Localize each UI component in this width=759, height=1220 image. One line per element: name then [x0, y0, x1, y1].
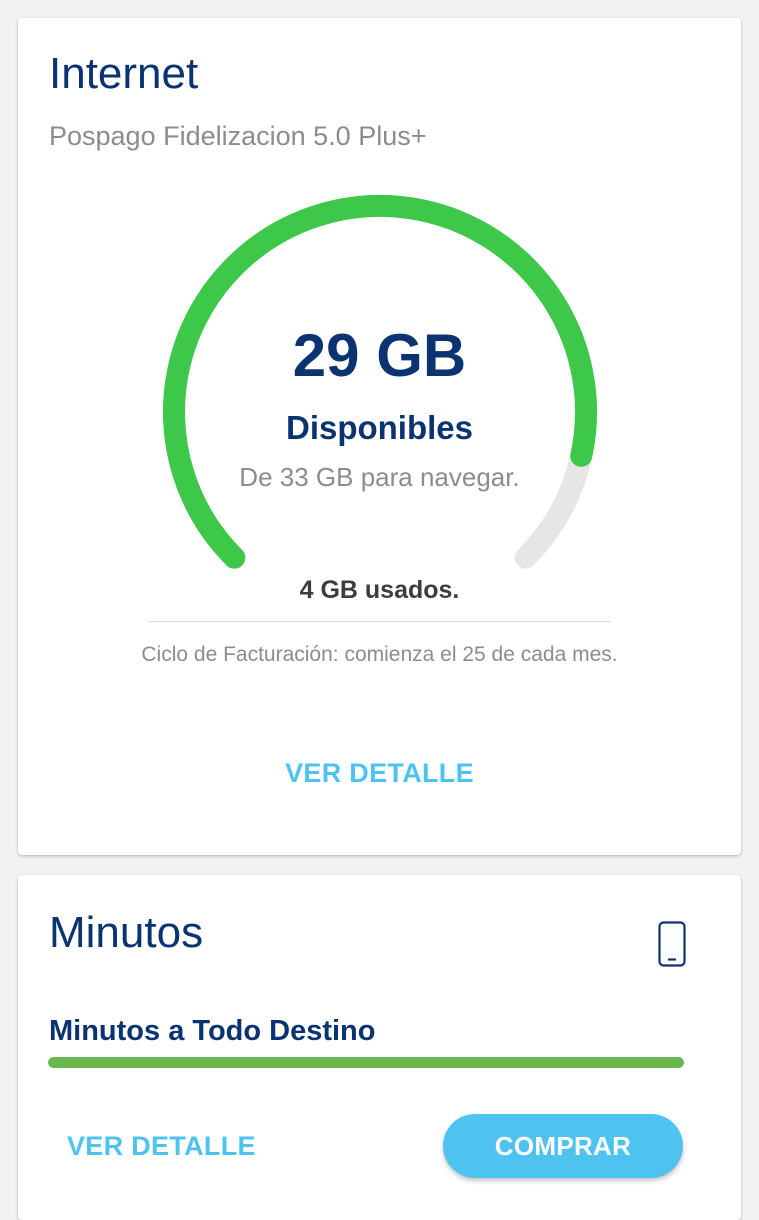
- minutes-detail-button[interactable]: VER DETALLE: [67, 1129, 256, 1163]
- internet-detail-button[interactable]: VER DETALLE: [18, 756, 741, 790]
- minutes-plan-label: Minutos a Todo Destino: [49, 1015, 376, 1047]
- divider: [148, 621, 611, 622]
- available-label: Disponibles: [285, 409, 474, 446]
- used-amount: 4 GB usados.: [299, 576, 460, 604]
- minutes-progress-bar: [48, 1057, 684, 1068]
- buy-button[interactable]: COMPRAR: [443, 1114, 683, 1178]
- minutes-progress-fill: [48, 1057, 684, 1068]
- available-amount: 29 GB: [292, 322, 467, 389]
- minutes-title: Minutos: [49, 908, 204, 957]
- minutes-card: Minutos Minutos a Todo Destino VER DETAL…: [18, 875, 741, 1220]
- billing-cycle: Ciclo de Facturación: comienza el 25 de …: [141, 643, 618, 666]
- mobile-phone-icon: [658, 921, 686, 967]
- available-total: De 33 GB para navegar.: [239, 462, 520, 492]
- data-usage-gauge: [163, 194, 597, 569]
- internet-card: Internet Pospago Fidelizacion 5.0 Plus+ …: [18, 18, 741, 855]
